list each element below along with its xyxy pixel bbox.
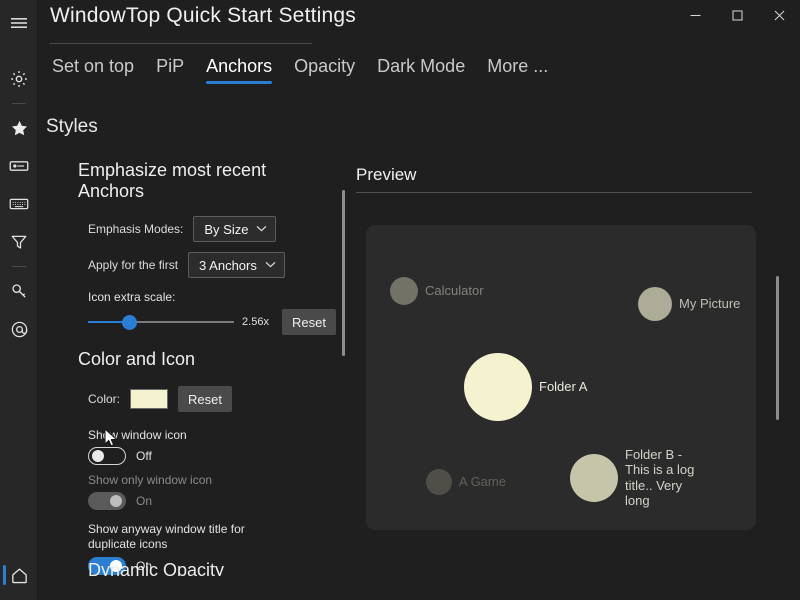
- preview-anchor[interactable]: A Game: [426, 469, 536, 495]
- color-label: Color:: [88, 392, 120, 406]
- emphasis-modes-row: Emphasis Modes: By Size: [88, 216, 336, 242]
- minimize-button[interactable]: [674, 0, 716, 30]
- color-reset-button[interactable]: Reset: [178, 386, 232, 412]
- apply-first-dropdown[interactable]: 3 Anchors: [188, 252, 285, 278]
- preview-anchor[interactable]: Folder B - This is a log title.. Very lo…: [570, 447, 700, 508]
- show-only-window-icon-toggle[interactable]: [88, 492, 126, 510]
- emphasis-modes-label: Emphasis Modes:: [88, 222, 183, 236]
- chevron-down-icon: [265, 261, 276, 270]
- icon-extra-scale-reset-button[interactable]: Reset: [282, 309, 336, 335]
- tab-set-on-top[interactable]: Set on top: [52, 56, 134, 84]
- filter-icon[interactable]: [0, 223, 38, 261]
- show-window-icon-state: Off: [136, 449, 152, 463]
- close-button[interactable]: [758, 0, 800, 30]
- icon-extra-scale-label: Icon extra scale:: [88, 290, 336, 304]
- preview-title: Preview: [356, 165, 776, 185]
- title-divider: [50, 43, 312, 44]
- home-icon[interactable]: [0, 556, 38, 594]
- window-controls: [674, 0, 800, 30]
- preview-anchor-dot: [426, 469, 452, 495]
- preview-anchor[interactable]: Calculator: [390, 277, 540, 305]
- chevron-down-icon: [256, 225, 267, 234]
- keyboard-icon[interactable]: [0, 185, 38, 223]
- color-swatch[interactable]: [130, 389, 168, 409]
- preview-anchor-dot: [570, 454, 618, 502]
- emphasize-group-title: Emphasize most recent Anchors: [78, 160, 336, 202]
- star-icon[interactable]: [0, 109, 38, 147]
- preview-anchor-dot: [390, 277, 418, 305]
- color-and-icon-group-title: Color and Icon: [78, 349, 336, 370]
- mouse-cursor: [104, 428, 118, 448]
- preview-anchor-label: My Picture: [679, 296, 740, 311]
- tab-dark-mode[interactable]: Dark Mode: [377, 56, 465, 84]
- settings-scrollbar[interactable]: [342, 190, 345, 356]
- rail-separator-1: [12, 103, 26, 104]
- preview-stage: Calculator My Picture Folder A A Game Folder…: [366, 225, 756, 530]
- page-title: WindowTop Quick Start Settings: [50, 4, 356, 28]
- gear-icon[interactable]: [0, 60, 38, 98]
- icon-extra-scale-value: 2.56x: [242, 316, 274, 328]
- show-anyway-title-label: Show anyway window title for duplicate i…: [88, 522, 288, 552]
- slider-control-icon[interactable]: [0, 147, 38, 185]
- slider-thumb[interactable]: [122, 315, 137, 330]
- show-only-window-icon-state: On: [136, 494, 152, 508]
- hamburger-menu-icon[interactable]: [0, 4, 38, 42]
- left-navigation-rail: [0, 0, 38, 600]
- home-selected-indicator: [3, 565, 6, 585]
- preview-anchor-label: Calculator: [425, 283, 484, 298]
- icon-extra-scale-row: 2.56x Reset: [88, 309, 336, 335]
- icon-extra-scale-slider[interactable]: [88, 314, 234, 330]
- maximize-button[interactable]: [716, 0, 758, 30]
- preview-scrollbar[interactable]: [776, 276, 779, 420]
- styles-heading: Styles: [46, 116, 98, 138]
- at-sign-icon[interactable]: [0, 310, 38, 348]
- toggle-knob: [110, 495, 122, 507]
- toggle-knob: [92, 450, 104, 462]
- show-window-icon-toggle[interactable]: [88, 447, 126, 465]
- tab-more[interactable]: More ...: [487, 56, 548, 84]
- preview-anchor-dot: [638, 287, 672, 321]
- apply-first-value: 3 Anchors: [199, 258, 257, 273]
- preview-anchor-dot: [464, 353, 532, 421]
- tab-opacity[interactable]: Opacity: [294, 56, 355, 84]
- preview-divider: [356, 192, 752, 193]
- color-row: Color: Reset: [88, 386, 336, 412]
- tab-bar: Set on top PiP Anchors Opacity Dark Mode…: [52, 56, 548, 84]
- app-window: WindowTop Quick Start Settings Set on to…: [0, 0, 800, 600]
- preview-anchor-label: Folder B - This is a log title.. Very lo…: [625, 447, 700, 508]
- preview-anchor-label: A Game: [459, 474, 506, 489]
- tab-anchors[interactable]: Anchors: [206, 56, 272, 84]
- show-window-icon-label: Show window icon: [88, 428, 336, 442]
- apply-first-row: Apply for the first 3 Anchors: [88, 252, 336, 278]
- key-icon[interactable]: [0, 272, 38, 310]
- emphasis-modes-dropdown[interactable]: By Size: [193, 216, 276, 242]
- apply-first-label: Apply for the first: [88, 258, 178, 272]
- next-section-heading-partial: Dynamic Opacity: [88, 560, 224, 576]
- title-bar: WindowTop Quick Start Settings: [38, 0, 800, 44]
- tab-pip[interactable]: PiP: [156, 56, 184, 84]
- preview-anchor-label: Folder A: [539, 379, 587, 394]
- settings-column: Emphasize most recent Anchors Emphasis M…: [46, 160, 336, 600]
- emphasis-modes-value: By Size: [204, 222, 248, 237]
- preview-anchor[interactable]: Folder A: [464, 353, 624, 421]
- show-only-window-icon-label: Show only window icon: [88, 473, 336, 487]
- show-window-icon-row: Off: [88, 447, 336, 465]
- preview-anchor[interactable]: My Picture: [638, 287, 756, 321]
- preview-panel: Preview: [356, 165, 776, 193]
- rail-separator-2: [12, 266, 26, 267]
- show-only-window-icon-row: On: [88, 492, 336, 510]
